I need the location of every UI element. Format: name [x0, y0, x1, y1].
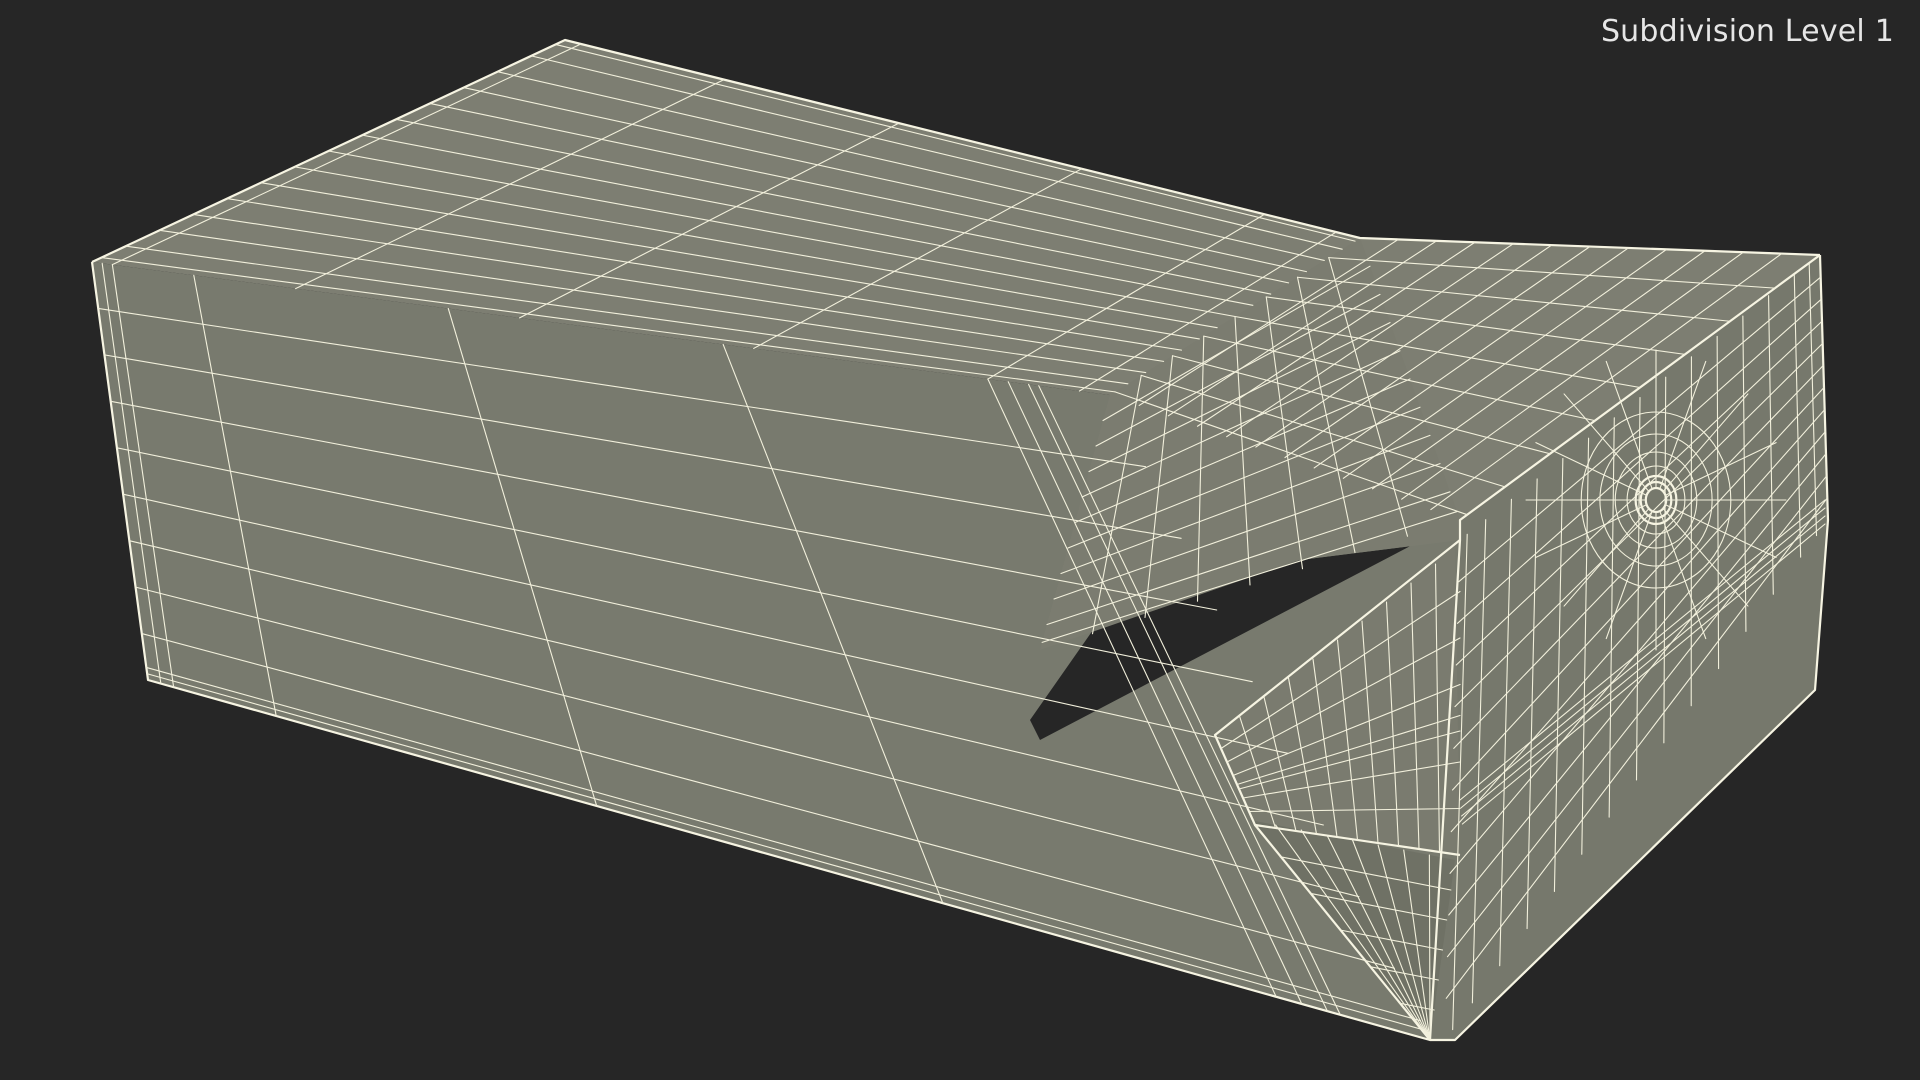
wireframe-carton-model — [90, 38, 1830, 1042]
3d-viewport[interactable]: Subdivision Level 1 — [0, 0, 1920, 1080]
